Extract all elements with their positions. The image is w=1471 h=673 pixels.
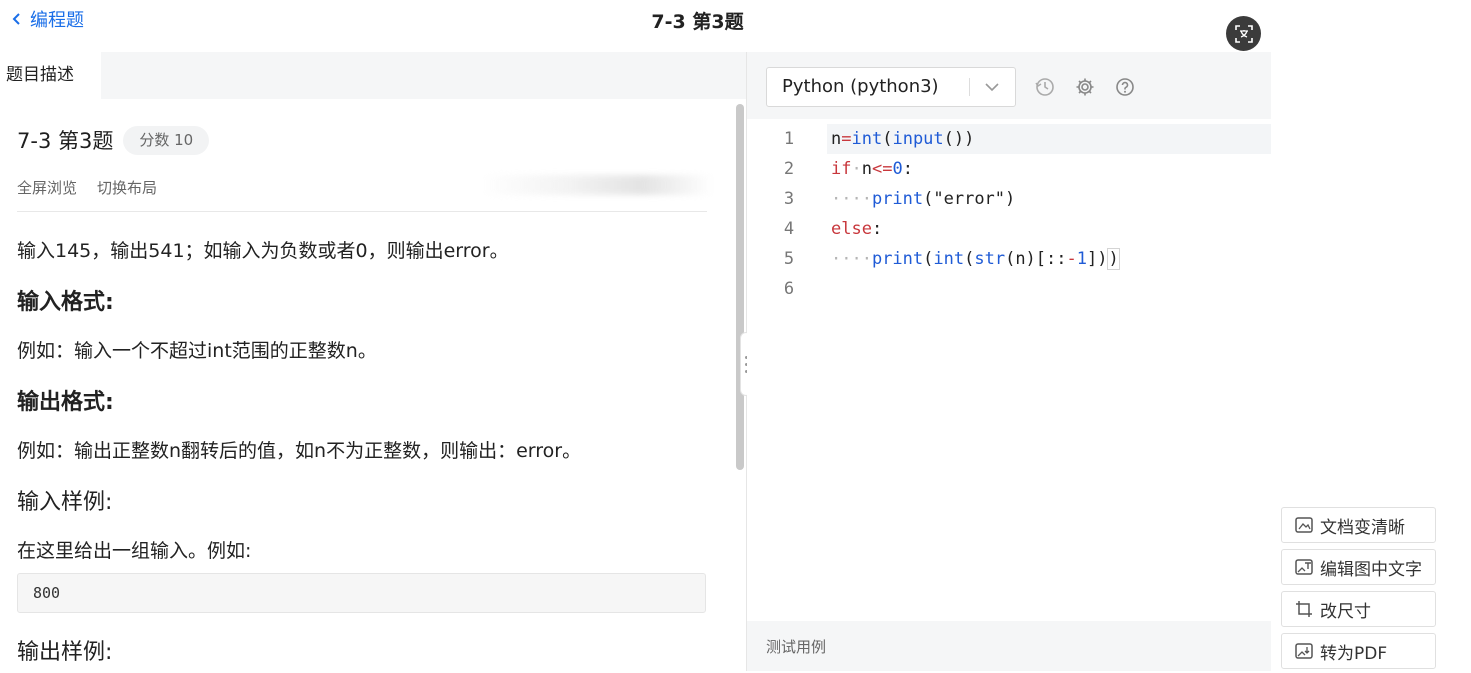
input-sample-code: 800 (17, 573, 706, 613)
ocr-text-button[interactable] (1226, 16, 1261, 51)
code-text: ····print(int(str(n)[::-1])) (831, 248, 1120, 270)
text-scan-icon (1234, 24, 1253, 43)
help-icon[interactable] (1114, 76, 1136, 98)
crop-icon (1296, 601, 1312, 617)
editor-toolbar: Python (python3) (747, 52, 1271, 119)
pdf-icon (1295, 643, 1313, 659)
code-text: if·n<=0: (831, 159, 913, 179)
input-format-heading: 输入格式: (17, 290, 114, 315)
question-header: 7-3 第3题 分数 10 (17, 125, 210, 155)
switch-layout-link[interactable]: 切换布局 (97, 177, 157, 198)
input-sample-heading: 输入样例: (17, 490, 113, 515)
select-separator (969, 78, 970, 96)
output-format-text: 例如：输出正整数n翻转后的值，如n不为正整数，则输出：error。 (17, 440, 582, 462)
tab-description[interactable]: 题目描述 (0, 52, 101, 99)
code-line: 5 ····print(int(str(n)[::-1])) (747, 244, 1271, 274)
line-number: 6 (783, 279, 795, 299)
problem-description-panel: 7-3 第3题 分数 10 全屏浏览 切换布局 输入145，输出541；如输入为… (0, 99, 746, 671)
resize-button[interactable]: 改尺寸 (1281, 591, 1436, 627)
code-line: 2 if·n<=0: (747, 154, 1271, 184)
problem-description: 输入145，输出541；如输入为负数或者0，则输出error。 (17, 240, 509, 262)
edit-image-text-button[interactable]: 编辑图中文字 (1281, 549, 1436, 585)
output-format-heading: 输出格式: (17, 390, 114, 415)
question-title: 7-3 第3题 (17, 129, 114, 153)
input-sample-text: 在这里给出一组输入。例如: (17, 540, 252, 562)
code-line: 4 else: (747, 214, 1271, 244)
history-icon[interactable] (1034, 76, 1056, 98)
line-number: 3 (783, 189, 795, 209)
page-title: 7-3 第3题 (651, 11, 744, 33)
edit-image-text-label: 编辑图中文字 (1320, 559, 1422, 580)
code-text: n=int(input()) (831, 129, 975, 149)
code-text: ····print("error") (831, 189, 1016, 209)
output-sample-heading: 输出样例: (17, 640, 113, 665)
test-cases-label: 测试用例 (766, 638, 827, 656)
code-line: 3 ····print("error") (747, 184, 1271, 214)
chevron-down-icon (985, 83, 999, 92)
code-line: 1 n=int(input()) (747, 124, 1271, 154)
fullscreen-link[interactable]: 全屏浏览 (17, 177, 77, 198)
line-number: 2 (783, 159, 795, 179)
resize-label: 改尺寸 (1320, 601, 1371, 622)
convert-pdf-button[interactable]: 转为PDF (1281, 633, 1436, 669)
language-value: Python (python3) (782, 76, 939, 97)
gear-icon[interactable] (1074, 76, 1096, 98)
score-badge: 分数 10 (123, 125, 210, 155)
image-enhance-icon (1295, 517, 1313, 533)
line-number: 1 (783, 129, 795, 149)
convert-pdf-label: 转为PDF (1320, 643, 1388, 664)
problem-tabs: 题目描述 (0, 52, 746, 99)
clarify-document-label: 文档变清晰 (1320, 517, 1405, 538)
image-text-icon (1295, 559, 1313, 575)
clarify-document-button[interactable]: 文档变清晰 (1281, 507, 1436, 543)
line-number: 4 (783, 219, 795, 239)
view-options: 全屏浏览 切换布局 (17, 177, 157, 198)
blurred-region (480, 175, 712, 195)
code-line: 6 (747, 274, 1271, 304)
test-cases-bar[interactable]: 测试用例 (747, 621, 1271, 671)
code-editor[interactable]: 1 n=int(input()) 2 if·n<=0: 3 ····print(… (747, 119, 1271, 621)
divider (17, 211, 707, 212)
language-select[interactable]: Python (python3) (766, 67, 1016, 107)
line-number: 5 (783, 249, 795, 269)
input-format-text: 例如：输入一个不超过int范围的正整数n。 (17, 340, 377, 362)
description-scrollbar[interactable] (736, 104, 744, 470)
code-text: else: (831, 219, 883, 239)
